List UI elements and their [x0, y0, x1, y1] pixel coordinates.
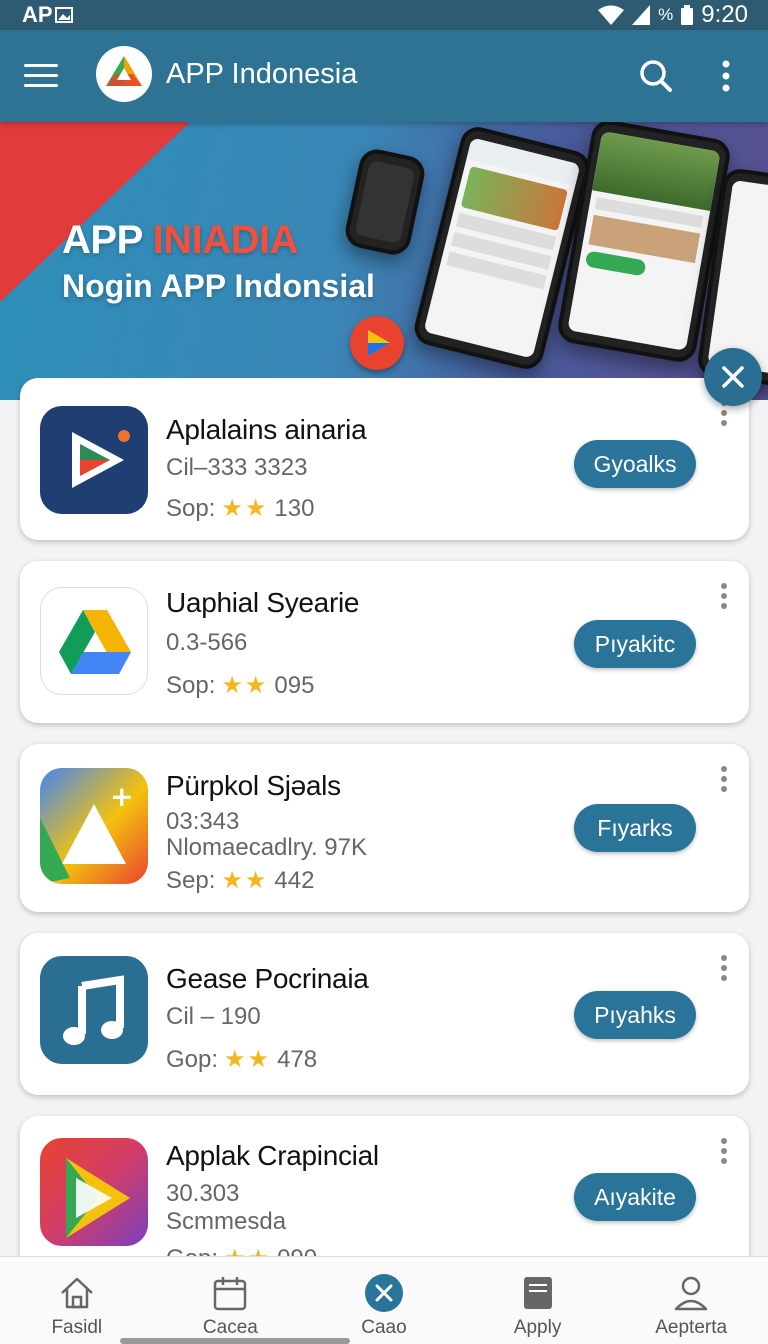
search-icon[interactable] [636, 56, 676, 96]
app-card[interactable]: + Pürpkol Sjəals 03:343 Nlomaecadlry. 97… [20, 744, 749, 912]
app-bar: APP Indonesia [0, 30, 768, 122]
home-icon [60, 1277, 93, 1309]
play-badge-icon [350, 316, 404, 370]
app-rating: Gop: ★★ 478 [166, 1045, 318, 1074]
status-app-text: AP [22, 2, 53, 27]
document-icon [523, 1277, 552, 1309]
home-indicator [120, 1338, 350, 1344]
star-icon: ★★ [221, 495, 269, 522]
app-name: Aplalains ainaria [166, 414, 367, 445]
nav-item-home[interactable]: Fasidl [0, 1257, 154, 1344]
nav-label: Apply [513, 1317, 562, 1338]
app-detail: 30.303 [166, 1180, 240, 1207]
app-detail-secondary: Nlomaecadlry. 97K [166, 834, 367, 861]
banner-title: APP INIADIA [62, 218, 299, 262]
nav-label: Aepterta [655, 1317, 728, 1338]
star-icon: ★★ [224, 1046, 272, 1073]
app-icon-drive [40, 587, 148, 695]
app-title: APP Indonesia [166, 58, 358, 90]
app-rating: Gop:★★090 [166, 1244, 317, 1257]
app-card[interactable]: Applak Crapincial 30.303 Scmmesda Gop:★★… [20, 1116, 749, 1256]
app-card[interactable]: Aplalains ainaria Cil–333 3323 Sop: ★★ 130… [20, 378, 749, 540]
card-menu-icon[interactable] [714, 1136, 734, 1166]
nav-label: Fasidl [51, 1317, 103, 1338]
star-icon: ★★ [221, 672, 269, 699]
app-name: Uaphial Syearie [166, 587, 360, 618]
bottom-navigation: Fasidl Cacea Caao Apply Aepterta [0, 1256, 768, 1344]
wifi-icon [598, 5, 625, 25]
app-rating: Sop: ★★ 095 [166, 671, 315, 700]
status-bar: AP % 9:20 [0, 0, 768, 30]
app-detail-secondary: Scmmesda [166, 1208, 287, 1235]
card-menu-icon[interactable] [714, 953, 734, 983]
card-menu-icon[interactable] [714, 581, 734, 611]
app-action-button[interactable]: Pıyakitc [574, 620, 696, 668]
app-detail: 03:343 [166, 808, 240, 835]
app-icon-drive-plus: + [40, 768, 148, 884]
banner-subtitle: Nogin APP Indonsial [62, 268, 375, 304]
close-circle-icon [364, 1274, 403, 1312]
app-name: Pürpkol Sjəals [166, 770, 341, 801]
app-logo [96, 46, 152, 102]
status-left: AP [22, 2, 73, 28]
signal-icon [632, 5, 651, 25]
nav-label: Cacea [202, 1317, 258, 1338]
close-icon [722, 366, 744, 388]
app-icon-music [40, 956, 148, 1064]
app-icon-play-color [40, 1138, 148, 1246]
promo-banner[interactable]: APP INIADIA Nogin APP Indonsial [0, 122, 768, 400]
app-name: Gease Pocrinaia [166, 963, 369, 994]
app-detail: Cil – 190 [166, 1003, 261, 1030]
battery-percent: % [658, 5, 674, 24]
close-banner-button[interactable] [704, 348, 762, 406]
card-menu-icon[interactable] [714, 764, 734, 794]
nav-label: Caao [361, 1317, 407, 1338]
app-rating: Sop: ★★ 130 [166, 494, 315, 523]
app-icon-play [40, 406, 148, 514]
app-card[interactable]: Gease Pocrinaia Cil – 190 Gop: ★★ 478 Pıya… [20, 933, 749, 1095]
menu-icon[interactable] [24, 62, 60, 90]
phone-image [342, 146, 428, 258]
app-action-button[interactable]: Gyoalks [574, 440, 696, 488]
nav-item-close[interactable]: Caao [307, 1257, 461, 1344]
overflow-menu-icon[interactable] [714, 56, 738, 96]
app-rating: Sep: ★★ 442 [166, 866, 315, 895]
battery-icon [681, 5, 694, 25]
calendar-icon [214, 1277, 247, 1311]
app-action-button[interactable]: Aıyakite [574, 1173, 696, 1221]
nav-item-calendar[interactable]: Cacea [154, 1257, 308, 1344]
app-detail: Cil–333 3323 [166, 454, 308, 481]
star-icon: ★★ [224, 1244, 271, 1256]
image-notification-icon [54, 7, 73, 23]
person-icon [674, 1276, 708, 1311]
app-detail: 0.3-566 [166, 629, 248, 656]
app-list[interactable]: Aplalains ainaria Cil–333 3323 Sop: ★★ 130… [0, 378, 768, 1256]
nav-item-profile[interactable]: Aepterta [614, 1257, 768, 1344]
svg-text:+: + [110, 780, 133, 813]
app-action-button[interactable]: Pıyahks [574, 991, 696, 1039]
app-name: Applak Crapincial [166, 1140, 379, 1171]
app-action-button[interactable]: Fıyarks [574, 804, 696, 852]
clock: 9:20 [701, 1, 748, 28]
star-icon: ★★ [221, 867, 269, 894]
nav-item-apply[interactable]: Apply [461, 1257, 615, 1344]
app-card[interactable]: Uaphial Syearie 0.3-566 Sop: ★★ 095 Pıyaki… [20, 561, 749, 723]
